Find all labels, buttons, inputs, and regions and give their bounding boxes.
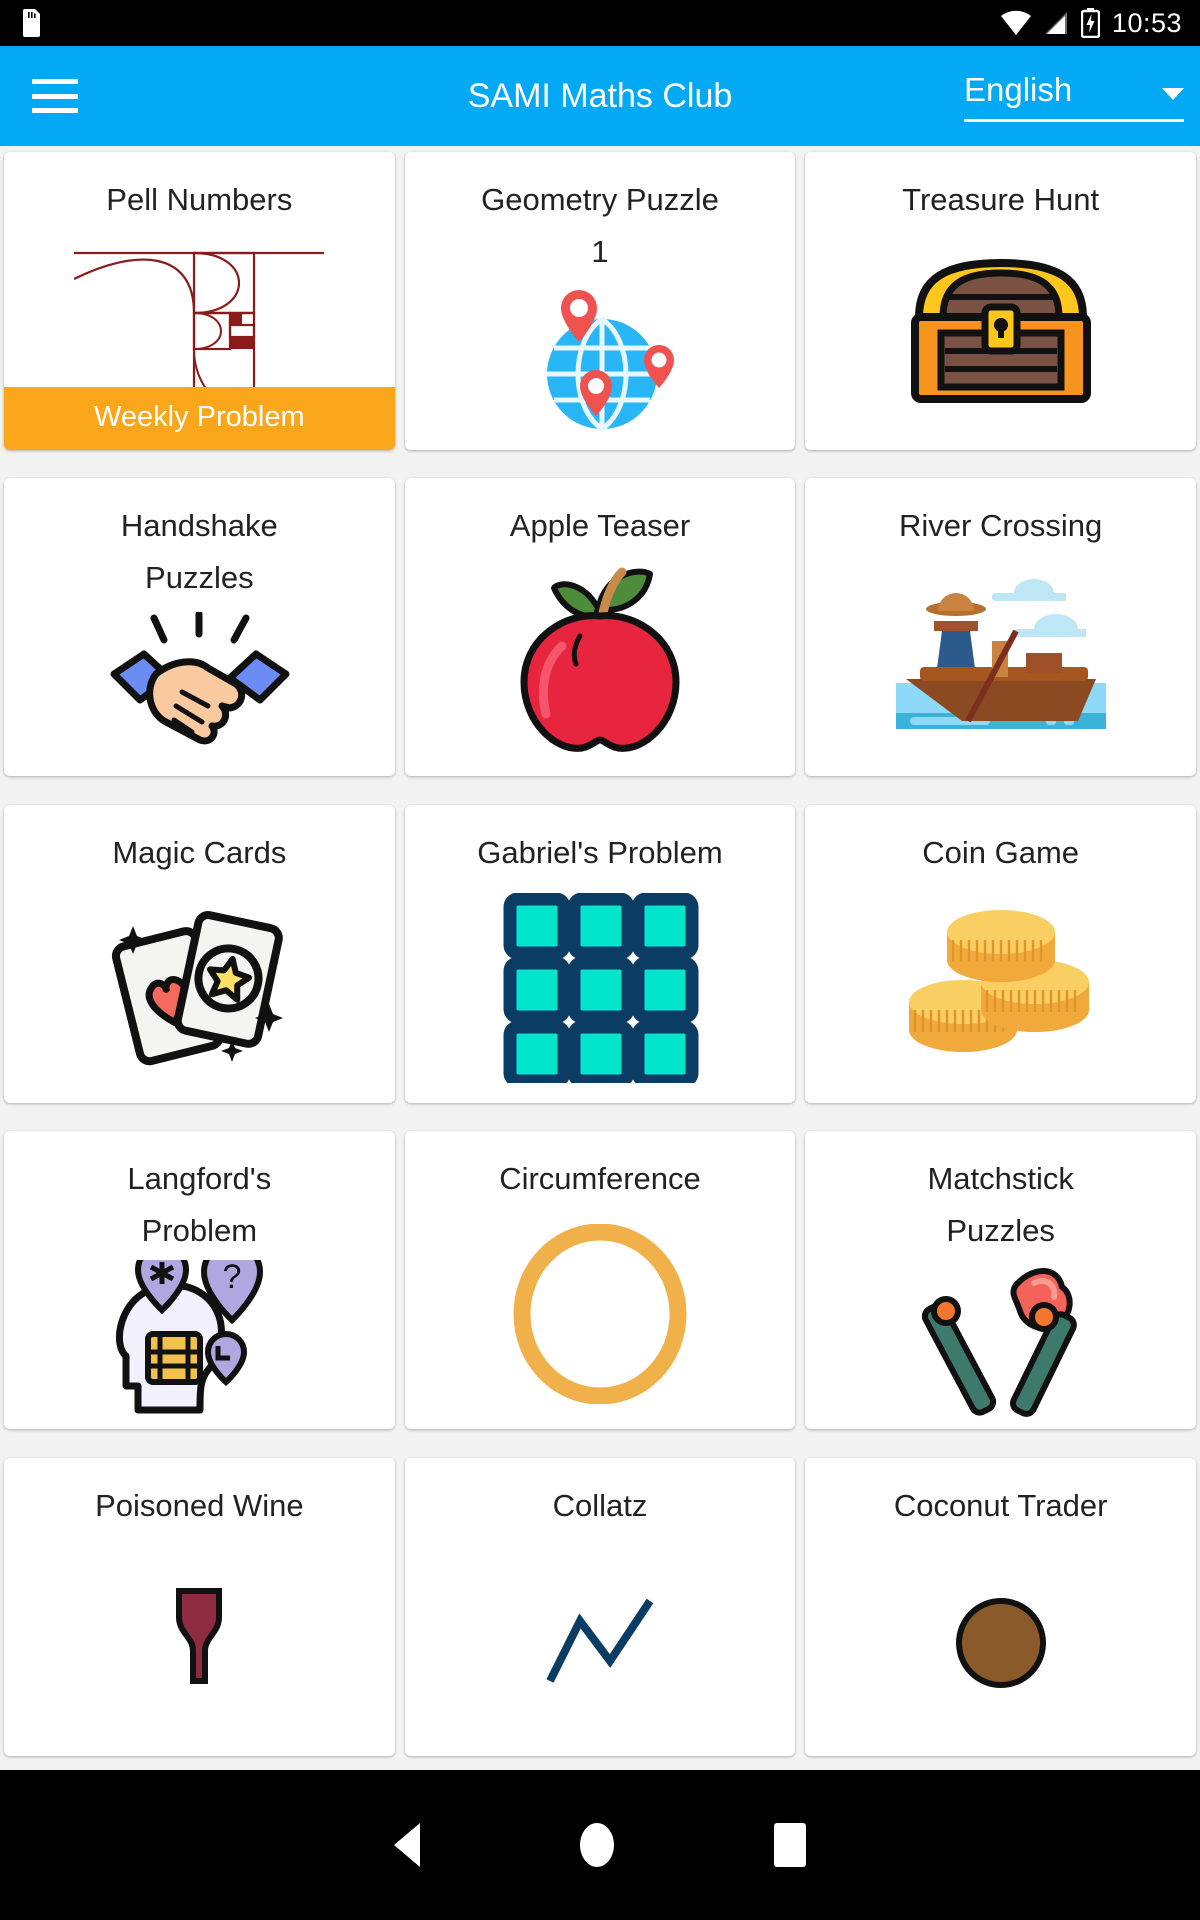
status-bar-left: [22, 9, 42, 37]
status-bar-right: 10:53: [1000, 7, 1182, 39]
home-button-icon[interactable]: [580, 1823, 614, 1867]
language-dropdown-label: English: [964, 70, 1073, 108]
brain-head-icon: ?: [4, 1257, 395, 1429]
treasure-chest-icon: [805, 226, 1196, 450]
puzzle-card[interactable]: Coin Game: [805, 804, 1196, 1103]
sd-card-icon: [23, 9, 40, 37]
recents-button-icon[interactable]: [774, 1823, 806, 1867]
chevron-down-icon: [1162, 87, 1184, 100]
grid-squares-icon: [405, 879, 796, 1103]
puzzle-card-title: River Crossing: [899, 508, 1103, 544]
battery-charging-icon: [1080, 8, 1100, 38]
puzzle-card[interactable]: Collatz: [404, 1457, 796, 1756]
matchsticks-icon: [805, 1257, 1196, 1429]
apple-icon: [405, 552, 796, 776]
puzzle-card[interactable]: Magic Cards: [4, 804, 395, 1103]
svg-text:?: ?: [223, 1260, 242, 1296]
back-button-icon[interactable]: [394, 1823, 420, 1867]
puzzle-card-title: Poisoned Wine: [95, 1487, 304, 1523]
puzzle-card-title: Pell Numbers: [106, 182, 293, 217]
puzzle-card[interactable]: Langford's Problem ?: [4, 1131, 395, 1430]
ring-circle-icon: [405, 1205, 796, 1429]
puzzle-card-title: Apple Teaser: [509, 508, 691, 544]
boat-river-icon: [805, 552, 1196, 776]
puzzle-card-title: Gabriel's Problem: [477, 834, 723, 870]
puzzle-card[interactable]: Circumference: [404, 1131, 796, 1430]
weekly-problem-badge[interactable]: Weekly Problem: [4, 387, 395, 450]
hamburger-menu-icon[interactable]: [32, 79, 78, 113]
puzzle-card-title: Coconut Trader: [893, 1487, 1108, 1523]
puzzle-card-title: Matchstick Puzzles: [927, 1161, 1074, 1249]
puzzle-grid: Pell Numbers Weekly Problem Geometry Puzz…: [0, 146, 1200, 1770]
playing-cards-icon: [4, 879, 395, 1103]
puzzle-card-title: Handshake Puzzles: [120, 508, 278, 596]
coin-stack-icon: [805, 879, 1196, 1103]
puzzle-card[interactable]: Geometry Puzzle 1: [404, 152, 796, 450]
puzzle-card[interactable]: Poisoned Wine: [4, 1457, 395, 1756]
android-navigation-bar: [0, 1770, 1200, 1920]
puzzle-card[interactable]: Apple Teaser: [404, 478, 796, 777]
signal-icon: [1044, 12, 1067, 34]
puzzle-card[interactable]: River Crossing: [805, 478, 1196, 777]
handshake-icon: [4, 604, 395, 776]
puzzle-card-title: Collatz: [552, 1487, 648, 1523]
puzzle-card-title: Geometry Puzzle 1: [481, 182, 719, 269]
puzzle-card-title: Circumference: [499, 1161, 701, 1197]
puzzle-card[interactable]: Coconut Trader: [805, 1457, 1196, 1756]
language-dropdown[interactable]: English: [964, 71, 1184, 122]
puzzle-card-title: Magic Cards: [112, 834, 287, 870]
puzzle-card-title: Coin Game: [922, 834, 1080, 870]
wine-icon: [4, 1532, 395, 1756]
puzzle-card[interactable]: Pell Numbers Weekly Problem: [4, 152, 395, 450]
status-bar: 10:53: [0, 0, 1200, 46]
globe-pins-icon: [405, 278, 796, 450]
puzzle-card[interactable]: Treasure Hunt: [805, 152, 1196, 450]
app-bar: SAMI Maths Club English: [0, 46, 1200, 146]
puzzle-card[interactable]: Gabriel's Problem: [404, 804, 796, 1103]
collatz-icon: [405, 1532, 796, 1756]
puzzle-card[interactable]: Handshake Puzzles: [4, 478, 395, 777]
puzzle-card-title: Treasure Hunt: [902, 182, 1100, 217]
puzzle-card-title: Langford's Problem: [127, 1161, 272, 1249]
puzzle-card[interactable]: Matchstick Puzzles: [805, 1131, 1196, 1430]
wifi-icon: [1000, 10, 1031, 35]
status-bar-clock: 10:53: [1111, 7, 1182, 38]
coconut-icon: [805, 1532, 1196, 1756]
